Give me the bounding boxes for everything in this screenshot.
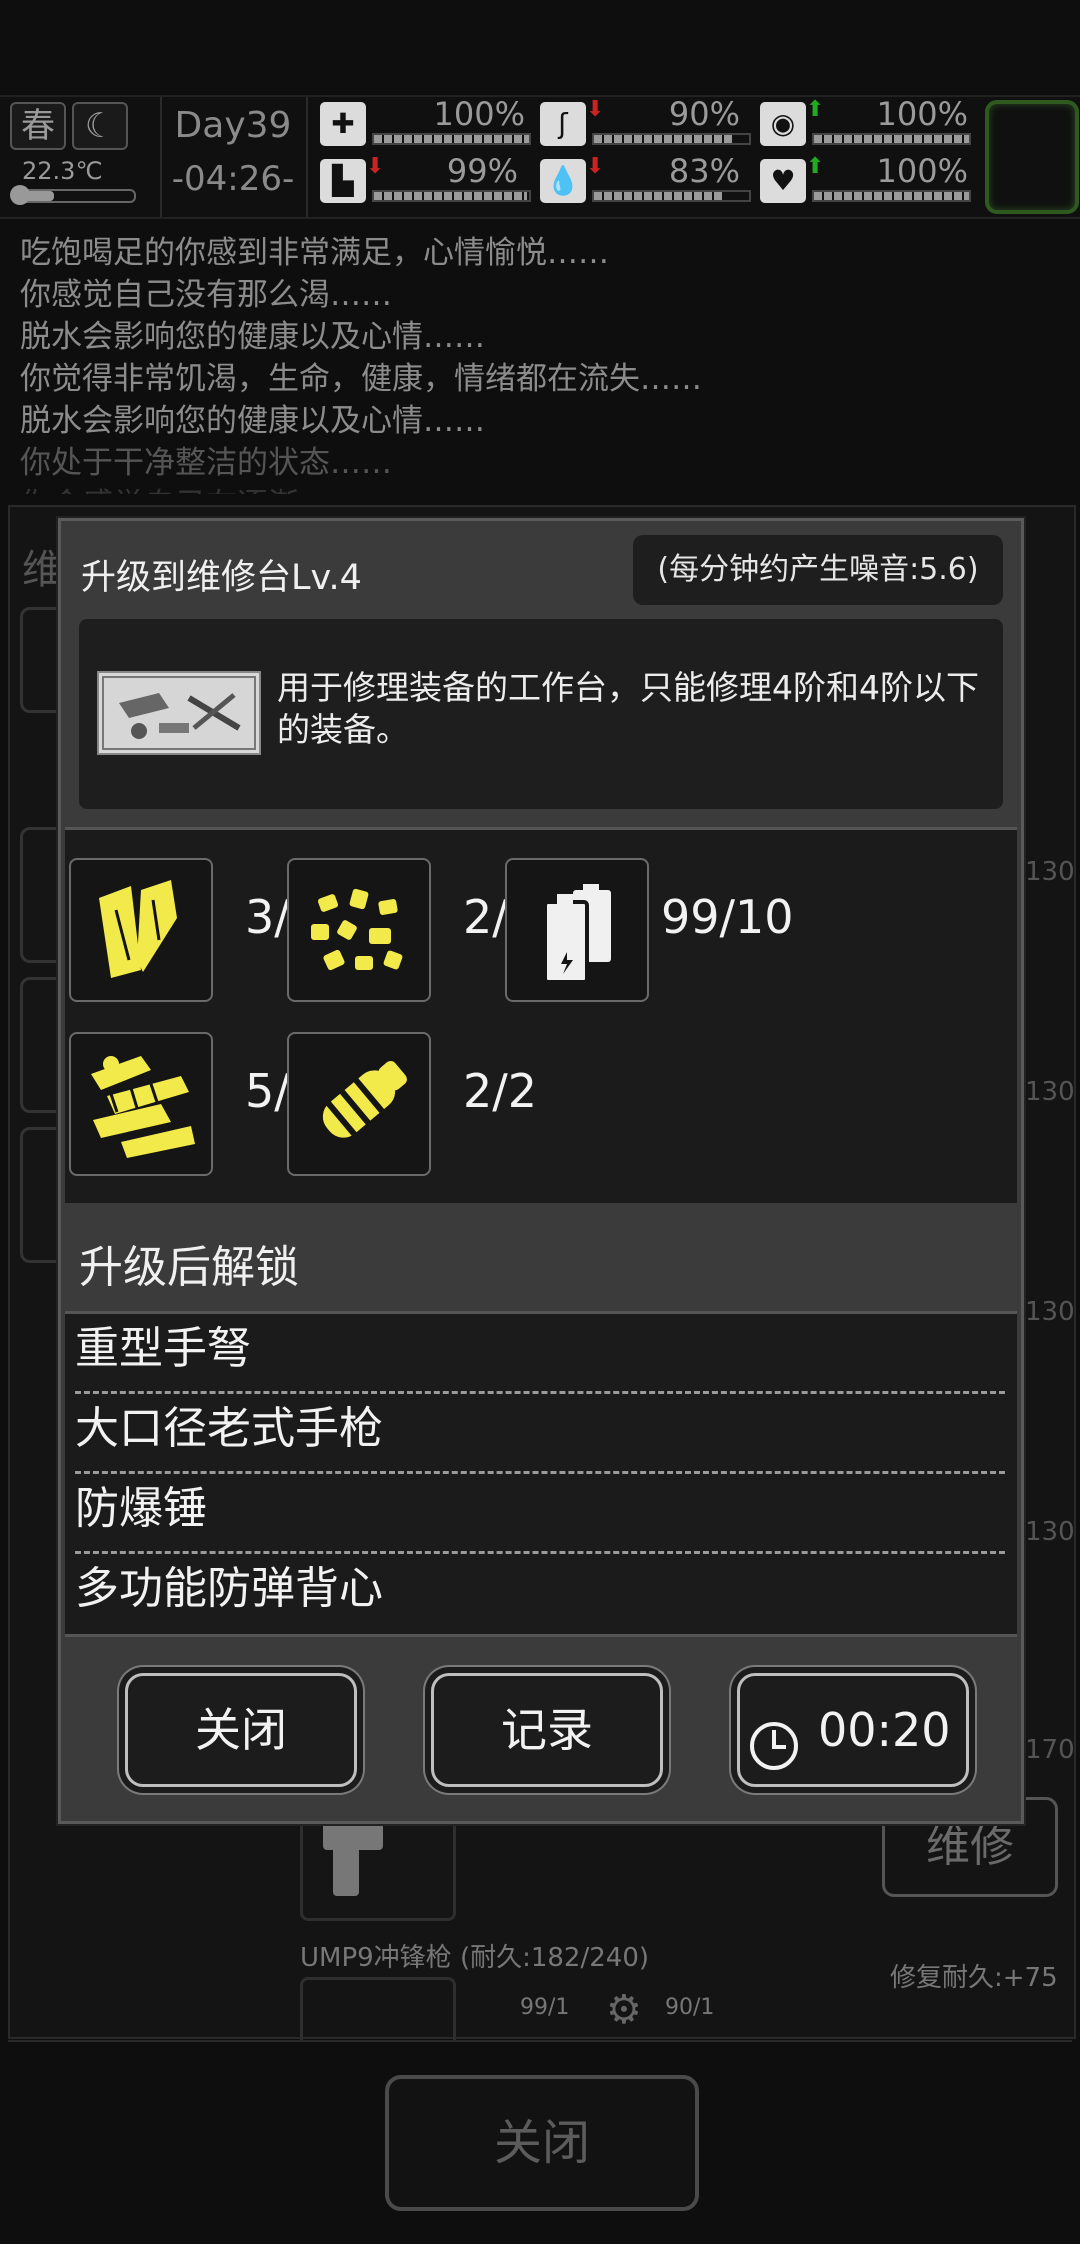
clock-icon — [748, 1702, 800, 1770]
log-line: 你感觉自己没有那么渴…… — [20, 277, 392, 313]
heart-icon: ♥ — [760, 159, 806, 203]
unlock-header: 升级后解锁 — [65, 1203, 1017, 1314]
log-line: 脱水会影响您的健康以及心情…… — [20, 319, 485, 355]
thermometer-bar — [12, 189, 136, 203]
arrow-up-icon: ⬆ — [806, 97, 825, 122]
health-bar — [372, 133, 531, 145]
mood-bar — [812, 133, 971, 145]
hunger-bar — [592, 133, 751, 145]
upgrade-timer-button[interactable]: 00:20 — [737, 1673, 969, 1787]
stomach-icon: ʃ — [540, 102, 586, 146]
unlock-item: 多功能防弹背心 — [75, 1563, 383, 1614]
unlock-item: 大口径老式手枪 — [75, 1394, 1005, 1474]
wood-planks-icon[interactable] — [69, 858, 213, 1002]
parts-pile-icon[interactable] — [69, 1032, 213, 1176]
thirst-bar — [592, 190, 751, 202]
mood-value: 100% — [876, 95, 968, 133]
water-drop-icon: 💧 — [540, 159, 586, 203]
stamina-bar — [372, 190, 531, 202]
scrap-pieces-icon[interactable] — [287, 858, 431, 1002]
description-box: 用于修理装备的工作台，只能修理4阶和4阶以下的装备。 — [79, 619, 1003, 809]
boot-icon: ▙ — [320, 159, 366, 203]
ump9-repair-amount: 修复耐久:+75 — [890, 1963, 1058, 1993]
arrow-up-icon: ⬆ — [806, 154, 825, 179]
material-count: 99/10 — [661, 890, 794, 944]
status-bar: 春 ☾ 22.3℃ Day39 -04:26- ✚ 100% ʃ ⬇ 90% ◉… — [0, 95, 1080, 219]
panel-title: 维 — [22, 547, 62, 593]
upgrade-dialog: 升级到维修台Lv.4 (每分钟约产生噪音:5.6) 用于修理装备的工作台，只能修… — [58, 518, 1024, 1824]
materials-grid: 3/2 2/2 99/10 5/2 2/2 — [65, 827, 1017, 1213]
health-value: 100% — [433, 95, 525, 133]
stamina-value: 99% — [446, 152, 518, 190]
heart-bar — [812, 190, 971, 202]
timer-text: 00:20 — [818, 1703, 951, 1757]
day-counter: Day39 — [174, 105, 292, 146]
ump9-material-count: 99/1 — [520, 1995, 570, 2020]
unlock-list: 重型手弩 大口径老式手枪 防爆锤 多功能防弹背心 — [65, 1314, 1017, 1637]
dialog-title: 升级到维修台Lv.4 — [81, 558, 362, 598]
gear-icon: ⚙ — [606, 1987, 642, 2033]
hunger-value: 90% — [668, 95, 740, 133]
row-value: 170 — [1025, 1735, 1075, 1765]
arrow-down-icon: ⬇ — [366, 154, 385, 179]
ump9-item-slot — [300, 1977, 456, 2040]
season-badge: 春 — [10, 102, 66, 150]
close-button[interactable]: 关闭 — [385, 2075, 699, 2211]
row-value: 130 — [1025, 1517, 1075, 1547]
thermometer-bulb-icon — [10, 185, 30, 205]
row-value: 130 — [1025, 1077, 1075, 1107]
unlock-item: 重型手弩 — [75, 1314, 1005, 1394]
temperature: 22.3℃ — [22, 157, 103, 185]
noise-info: (每分钟约产生噪音:5.6) — [633, 535, 1003, 605]
record-button[interactable]: 记录 — [431, 1673, 663, 1787]
unlock-title: 升级后解锁 — [79, 1242, 299, 1293]
log-line: 你觉得非常饥渴，生命，健康，情绪都在流失…… — [20, 361, 702, 397]
row-value: 130 — [1025, 857, 1075, 887]
arrow-down-icon: ⬇ — [586, 154, 605, 179]
workbench-icon — [97, 671, 261, 755]
game-time: -04:26- — [171, 159, 295, 199]
arrow-down-icon: ⬇ — [586, 97, 605, 122]
pill-icon: ◉ — [760, 102, 806, 146]
close-button[interactable]: 关闭 — [125, 1673, 357, 1787]
quick-slot-button[interactable] — [985, 100, 1079, 214]
moon-icon: ☾ — [72, 102, 128, 150]
spring-coil-icon[interactable] — [287, 1032, 431, 1176]
ump9-material-count: 90/1 — [665, 1995, 715, 2020]
unlock-item: 防爆锤 — [75, 1474, 1005, 1554]
event-log: 吃饱喝足的你感到非常满足，心情愉悦…… 你感觉自己没有那么渴…… 脱水会影响您的… — [20, 232, 1060, 494]
log-line: 吃饱喝足的你感到非常满足，心情愉悦…… — [20, 235, 609, 271]
row-value: 130 — [1025, 1297, 1075, 1327]
battery-icon[interactable] — [505, 858, 649, 1002]
log-line: 你会感觉自己在逐渐... — [20, 484, 1060, 494]
material-count: 2/2 — [463, 1064, 538, 1118]
ump9-title: UMP9冲锋枪 (耐久:182/240) — [300, 1943, 650, 1973]
medkit-icon: ✚ — [320, 102, 366, 146]
heart-value: 100% — [876, 152, 968, 190]
thirst-value: 83% — [668, 152, 740, 190]
log-line: 脱水会影响您的健康以及心情…… — [20, 403, 485, 439]
description-text: 用于修理装备的工作台，只能修理4阶和4阶以下的装备。 — [277, 668, 979, 749]
log-line: 你处于干净整洁的状态…… — [20, 445, 392, 481]
